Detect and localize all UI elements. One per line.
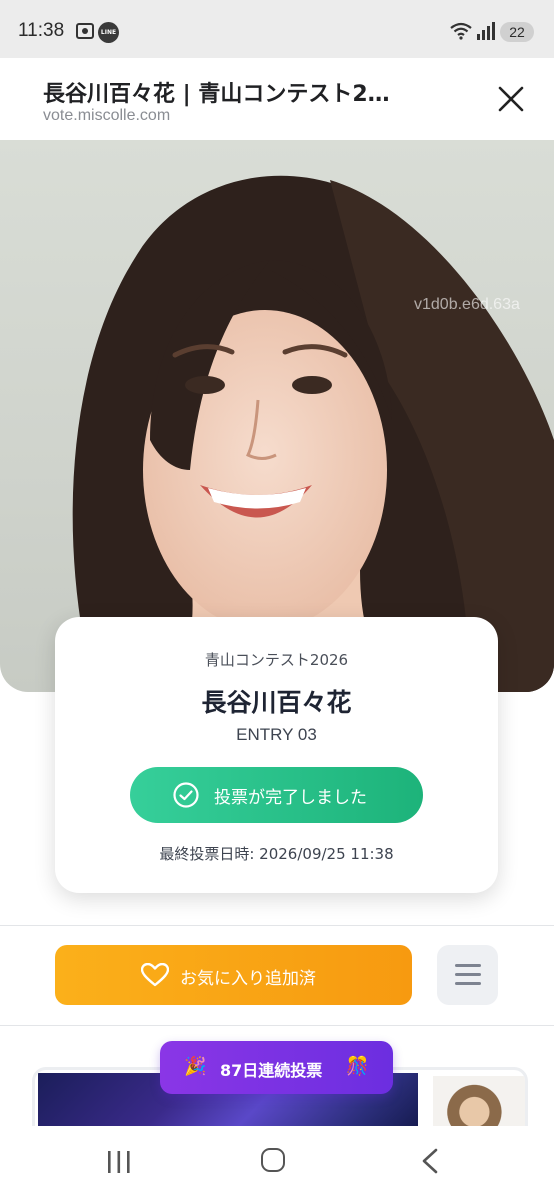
recents-icon[interactable] bbox=[106, 1150, 132, 1174]
contestant-name: 長谷川百々花 bbox=[201, 688, 352, 717]
screenshot-icon bbox=[76, 23, 94, 39]
hamburger-icon[interactable] bbox=[437, 945, 498, 1005]
contestant-photo: v1d0b.e6d.63a bbox=[0, 140, 554, 692]
status-bar: 11:38 LINE 22 bbox=[0, 0, 554, 58]
home-icon[interactable] bbox=[261, 1148, 285, 1172]
heart-icon bbox=[141, 963, 169, 987]
page-url: vote.miscolle.com bbox=[43, 107, 171, 124]
close-icon[interactable] bbox=[494, 82, 528, 116]
status-time: 11:38 bbox=[18, 20, 65, 41]
vote-complete-button[interactable]: 投票が完了しました bbox=[130, 767, 423, 823]
check-circle-icon bbox=[173, 782, 199, 808]
entry-card: 青山コンテスト2026 長谷川百々花 ENTRY 03 投票が完了しました 最終… bbox=[55, 617, 498, 893]
signal-icon bbox=[477, 22, 495, 40]
page-title: 長谷川百々花 | 青山コンテスト2… bbox=[43, 82, 390, 107]
divider bbox=[0, 1025, 554, 1026]
vote-button-label: 投票が完了しました bbox=[214, 788, 367, 808]
system-nav-bar bbox=[0, 1126, 554, 1200]
favorite-label: お気に入り追加済 bbox=[180, 969, 316, 989]
confetti-ball-icon: 🎊 bbox=[346, 1056, 369, 1077]
divider bbox=[0, 925, 554, 926]
line-app-icon: LINE bbox=[98, 22, 119, 43]
streak-label: 87日連続投票 bbox=[220, 1061, 323, 1080]
watermark: v1d0b.e6d.63a bbox=[414, 296, 520, 313]
contest-name: 青山コンテスト2026 bbox=[204, 651, 349, 669]
wifi-icon bbox=[450, 22, 472, 40]
last-vote-time: 最終投票日時: 2026/09/25 11:38 bbox=[159, 845, 394, 863]
watermark: v1d0b.e6d.63a bbox=[68, 620, 174, 637]
back-icon[interactable] bbox=[420, 1148, 440, 1174]
portrait-illustration bbox=[72, 175, 554, 692]
battery-indicator: 22 bbox=[500, 22, 534, 42]
streak-badge: 🎉 87日連続投票 🎊 bbox=[160, 1041, 393, 1094]
party-popper-icon: 🎉 bbox=[184, 1056, 207, 1077]
favorite-button[interactable]: お気に入り追加済 bbox=[55, 945, 412, 1005]
browser-header: 長谷川百々花 | 青山コンテスト2… vote.miscolle.com bbox=[0, 58, 554, 140]
entry-number: ENTRY 03 bbox=[236, 725, 317, 744]
